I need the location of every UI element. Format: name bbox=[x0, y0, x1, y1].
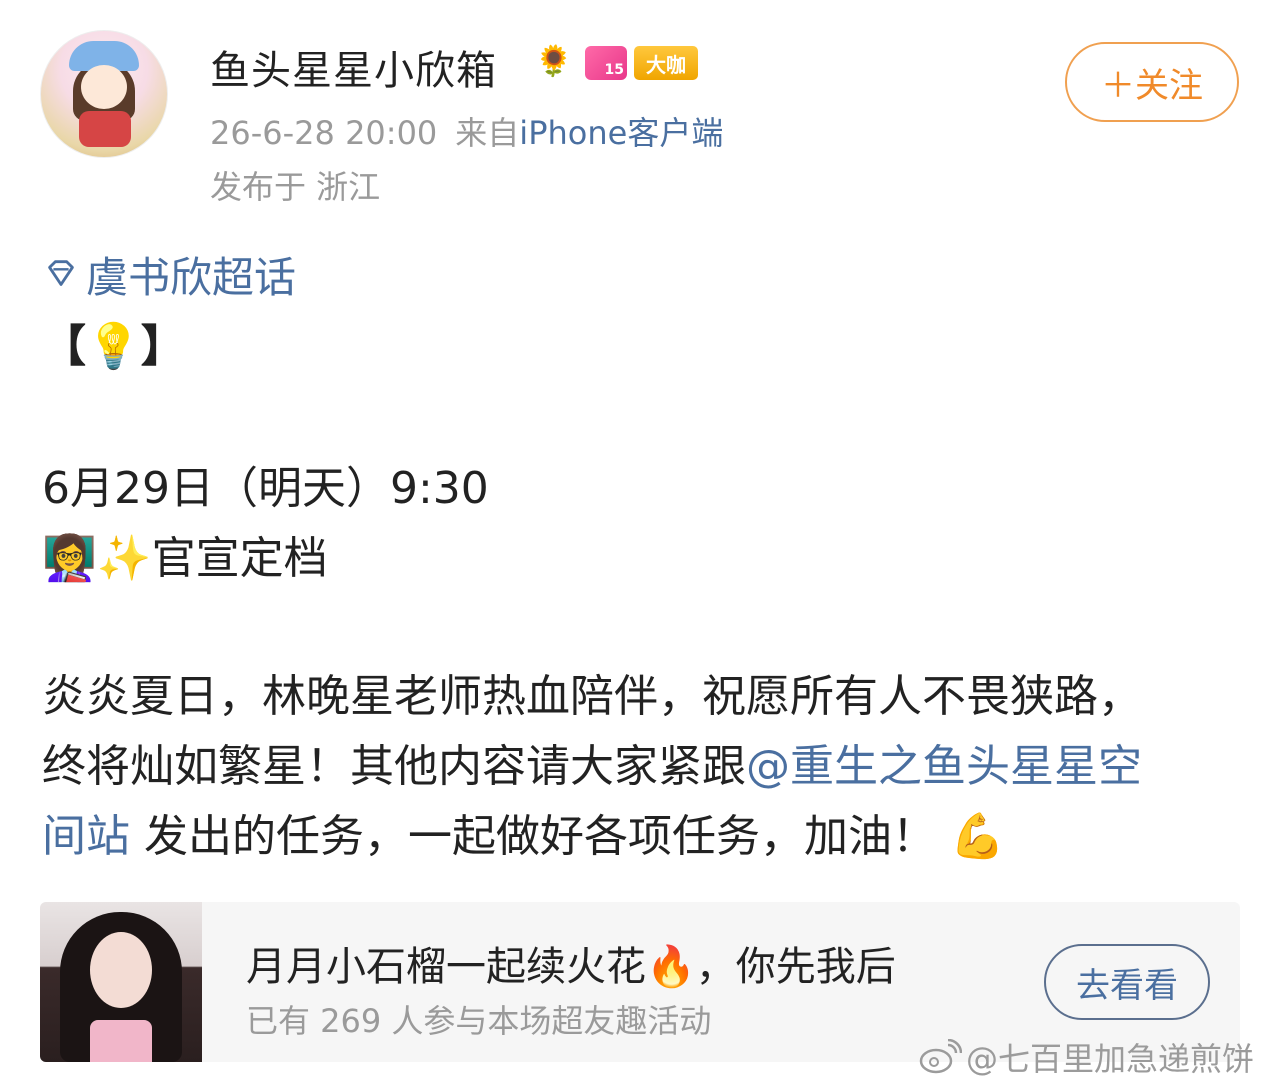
source-client[interactable]: iPhone客户端 bbox=[519, 114, 723, 152]
watermark-text: @七百里加急递煎饼 bbox=[966, 1040, 1255, 1078]
follow-button[interactable]: ＋关注 bbox=[1065, 42, 1239, 122]
topic-label: 虞书欣超话 bbox=[86, 253, 297, 302]
view-button[interactable]: 去看看 bbox=[1044, 944, 1210, 1020]
body-line-3-text: 发出的任务，一起做好各项任务，加油！ 💪 bbox=[130, 811, 1005, 862]
source-prefix: 来自 bbox=[455, 114, 520, 152]
activity-subtitle: 已有 269 人参与本场超友趣活动 bbox=[246, 1002, 712, 1040]
teacher-sparkle-icon: 👩‍🏫✨ bbox=[42, 533, 152, 584]
watermark: @七百里加急递煎饼 bbox=[918, 1034, 1254, 1080]
tag-badge: 大咖 bbox=[634, 46, 698, 80]
body-line-1: 炎炎夏日，林晚星老师热血陪伴，祝愿所有人不畏狭路， bbox=[42, 671, 1142, 722]
bulb-line: 【💡】 bbox=[42, 321, 185, 372]
activity-title: 月月小石榴一起续火花🔥，你先我后 bbox=[246, 944, 896, 990]
weibo-logo-icon bbox=[919, 1039, 962, 1074]
announce-text: 官宣定档 bbox=[151, 533, 328, 584]
body-line-2: 终将灿如繁星！其他内容请大家紧跟@重生之鱼头星星空 bbox=[42, 730, 1142, 794]
mention-link[interactable]: @重生之鱼头星星空 bbox=[746, 741, 1142, 792]
date-line: 6月29日（明天）9:30 bbox=[42, 463, 489, 514]
body-line-2-text: 终将灿如繁星！其他内容请大家紧跟 bbox=[42, 741, 746, 792]
avatar-body bbox=[79, 111, 131, 147]
body-line-3: 间站 发出的任务，一起做好各项任务，加油！ 💪 bbox=[42, 800, 1005, 864]
announce-line: 👩‍🏫✨官宣定档 bbox=[42, 522, 328, 586]
topic-link[interactable]: 虞书欣超话 bbox=[42, 244, 296, 305]
thumbnail-top bbox=[90, 1020, 152, 1062]
mention-link-cont[interactable]: 间站 bbox=[42, 811, 130, 862]
timestamp: 26-6-28 20:00 bbox=[210, 114, 438, 152]
diamond-icon bbox=[48, 259, 74, 286]
thumbnail-face bbox=[90, 932, 152, 1008]
avatar-face bbox=[81, 65, 127, 109]
sunflower-badge-icon: 🌻 bbox=[535, 44, 573, 79]
activity-thumbnail bbox=[40, 902, 202, 1062]
post-meta: 26-6-28 20:00 来自iPhone客户端 bbox=[210, 108, 723, 154]
level-badge: 15 bbox=[585, 46, 627, 80]
username[interactable]: 鱼头星星小欣箱 bbox=[210, 38, 497, 96]
location: 发布于 浙江 bbox=[210, 168, 381, 206]
avatar[interactable] bbox=[40, 30, 168, 158]
